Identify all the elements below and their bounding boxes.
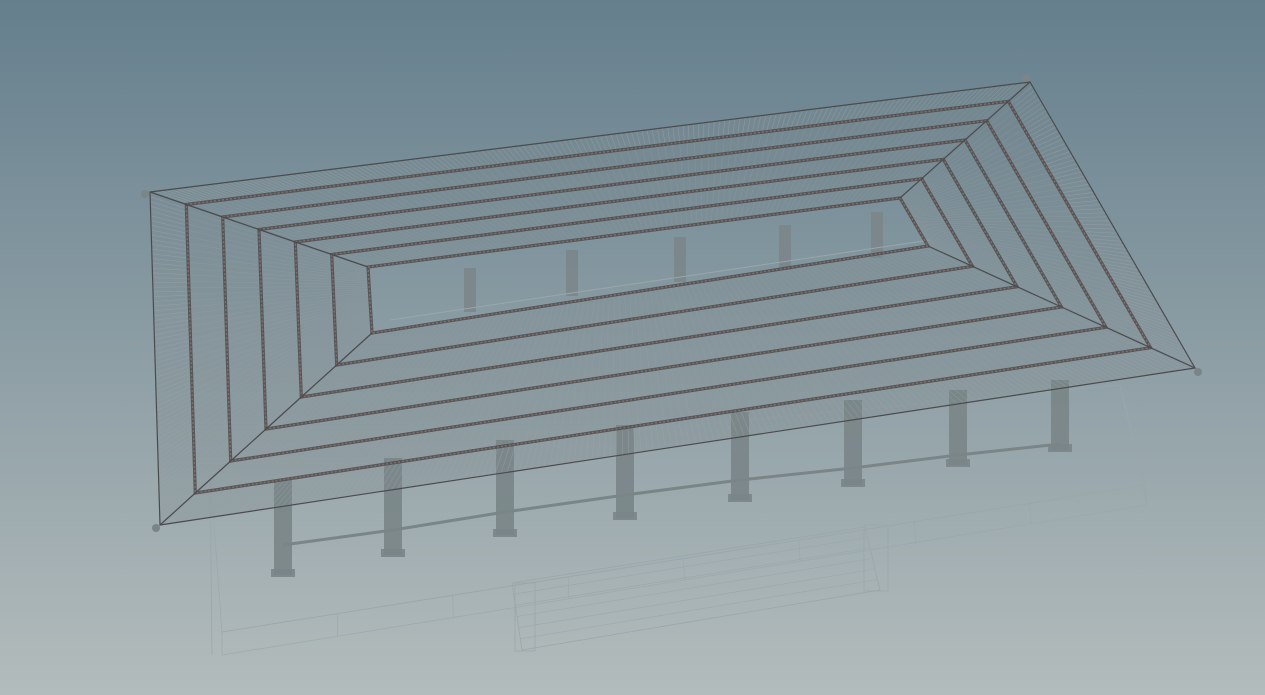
column-base <box>271 569 295 577</box>
inner-column <box>779 225 791 270</box>
wireframe-scene[interactable] <box>0 0 1265 695</box>
3d-viewport[interactable] <box>0 0 1265 695</box>
column-base <box>728 494 752 502</box>
column-base <box>946 459 970 467</box>
inner-column <box>674 237 686 282</box>
corner-tip <box>1022 74 1030 82</box>
inner-column <box>566 250 578 296</box>
column-base <box>493 529 517 537</box>
column-base <box>613 512 637 520</box>
inner-column <box>464 268 476 312</box>
corner-tip <box>1194 368 1202 376</box>
corner-tip <box>141 190 149 198</box>
corner-tip <box>152 524 160 532</box>
inner-column <box>871 212 883 258</box>
column-base <box>841 479 865 487</box>
column <box>1051 380 1069 450</box>
column-base <box>381 549 405 557</box>
